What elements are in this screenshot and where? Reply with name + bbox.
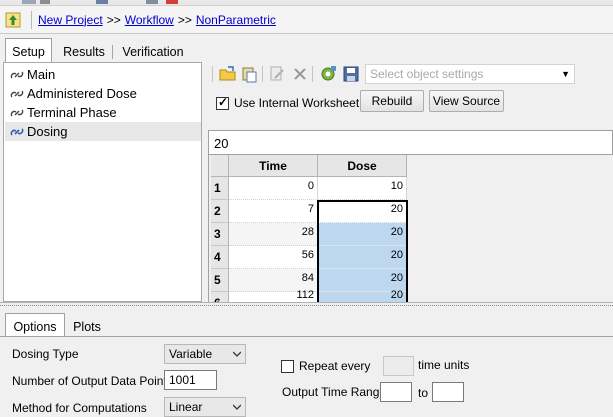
object-settings-select[interactable]: Select object settings ▼ — [365, 64, 575, 84]
tree-item-label: Administered Dose — [27, 86, 137, 101]
table-cell-time[interactable]: 56 — [229, 246, 318, 269]
table-cell-time[interactable]: 0 — [229, 177, 318, 200]
row-header[interactable]: 3 — [211, 223, 229, 246]
chevron-down-icon: ▼ — [561, 69, 570, 79]
breadcrumb-project-link[interactable]: New Project — [38, 13, 103, 27]
repeat-every-label: Repeat every — [299, 359, 371, 373]
dosing-type-select[interactable]: Variable — [164, 344, 246, 364]
toolbar-icon-partial — [166, 0, 178, 4]
tree-item-terminal-phase[interactable]: Terminal Phase — [9, 103, 117, 122]
table-cell-time[interactable]: 112 — [229, 290, 318, 302]
range-from-input[interactable] — [380, 382, 412, 402]
main-tab-strip: Setup Results Verification — [0, 38, 613, 62]
splitter-grip — [0, 305, 613, 307]
row-header[interactable]: 6 — [211, 292, 229, 302]
cell-edit-bar[interactable]: 20 — [208, 130, 613, 155]
table-cell-dose[interactable]: 20 — [318, 246, 407, 269]
method-label: Method for Computations — [12, 401, 147, 415]
chevron-down-icon — [233, 404, 241, 410]
checkmark-icon: ✓ — [218, 95, 229, 109]
toolbar-icon-partial — [40, 0, 50, 4]
method-value: Linear — [169, 400, 203, 414]
row-header[interactable]: 1 — [211, 177, 229, 200]
tree-item-main[interactable]: Main — [9, 65, 55, 84]
toolbar-icon-partial — [146, 0, 158, 4]
table-cell-dose[interactable]: 10 — [318, 177, 407, 200]
save-icon[interactable] — [342, 65, 360, 83]
link-icon — [10, 109, 24, 116]
column-header-time[interactable]: Time — [229, 155, 318, 177]
worksheet-empty-area — [418, 155, 613, 302]
table-cell-time[interactable]: 7 — [229, 200, 318, 223]
row-header[interactable]: 4 — [211, 246, 229, 269]
breadcrumb-separator: >> — [106, 12, 121, 27]
repeat-every-checkbox[interactable] — [281, 360, 294, 373]
link-icon — [10, 71, 24, 78]
open-folder-icon[interactable] — [219, 65, 237, 83]
navigate-up-icon[interactable] — [3, 10, 23, 30]
tree-item-label: Dosing — [27, 124, 68, 139]
output-points-input[interactable]: 1001 — [164, 370, 217, 390]
rebuild-button[interactable]: Rebuild — [360, 90, 424, 112]
toolbar-divider — [262, 66, 263, 82]
breadcrumb: New Project >> Workflow >> NonParametric — [0, 6, 613, 34]
time-units-label: time units — [418, 358, 470, 372]
tab-divider — [112, 45, 113, 59]
options-panel: Dosing Type Variable Number of Output Da… — [0, 336, 613, 417]
tab-verification[interactable]: Verification — [116, 42, 190, 62]
tab-plots[interactable]: Plots — [66, 317, 108, 337]
paste-icon[interactable] — [240, 65, 258, 83]
tab-setup[interactable]: Setup — [5, 38, 52, 62]
tree-item-label: Terminal Phase — [27, 105, 117, 120]
tree-item-dosing[interactable]: Dosing — [5, 122, 201, 141]
toolbar-icon-partial — [22, 0, 36, 4]
dosing-type-label: Dosing Type — [12, 347, 79, 361]
row-header[interactable]: 2 — [211, 200, 229, 223]
link-active-icon — [10, 127, 24, 136]
object-toolbar: Select object settings ▼ — [208, 62, 613, 86]
table-cell-time[interactable]: 28 — [229, 223, 318, 246]
toolbar-divider — [212, 66, 213, 82]
delete-icon[interactable] — [291, 65, 309, 83]
table-cell-dose[interactable]: 20 — [318, 290, 407, 302]
column-header-dose[interactable]: Dose — [318, 155, 407, 177]
dosing-worksheet-grid: Time Dose 1 0 10 2 7 20 3 28 20 4 56 20 … — [208, 155, 418, 302]
method-select[interactable]: Linear — [164, 397, 246, 417]
output-points-label: Number of Output Data Points — [12, 374, 173, 388]
table-cell-dose[interactable]: 20 — [318, 223, 407, 246]
settings-gear-icon[interactable] — [319, 65, 337, 83]
table-cell-dose[interactable]: 20 — [318, 200, 407, 223]
cell-edit-value: 20 — [214, 136, 229, 151]
breadcrumb-workflow-link[interactable]: Workflow — [125, 13, 174, 27]
tree-item-label: Main — [27, 67, 56, 82]
range-to-label: to — [418, 386, 429, 400]
row-header[interactable]: 5 — [211, 269, 229, 292]
repeat-every-input[interactable] — [383, 356, 414, 376]
use-internal-worksheet-label: Use Internal Worksheet — [234, 96, 360, 110]
edit-disabled-icon[interactable] — [268, 65, 286, 83]
breadcrumb-nonparametric-link[interactable]: NonParametric — [196, 13, 276, 27]
toolbar-icon-partial — [96, 0, 108, 4]
options-tab-strip: Options Plots — [0, 313, 613, 337]
chevron-down-icon — [233, 351, 241, 357]
range-to-input[interactable] — [432, 382, 464, 402]
link-icon — [10, 90, 24, 97]
breadcrumb-separator: >> — [177, 12, 192, 27]
tab-options[interactable]: Options — [5, 313, 65, 337]
dosing-type-value: Variable — [169, 347, 213, 361]
view-source-button[interactable]: View Source — [429, 90, 504, 112]
panel-splitter[interactable] — [0, 302, 613, 310]
grid-corner[interactable] — [211, 155, 229, 177]
toolbar-divider — [312, 66, 313, 82]
breadcrumb-divider — [31, 10, 32, 29]
use-internal-worksheet-checkbox[interactable]: ✓ — [216, 95, 229, 110]
worksheet-options-row: ✓ Use Internal Worksheet Rebuild View So… — [213, 90, 613, 114]
tab-results[interactable]: Results — [58, 42, 110, 62]
output-time-range-label: Output Time Range — [282, 385, 387, 399]
setup-tree: Main Administered Dose Terminal Phase Do… — [3, 62, 202, 302]
object-settings-placeholder: Select object settings — [370, 67, 484, 81]
tree-item-administered-dose[interactable]: Administered Dose — [9, 84, 137, 103]
